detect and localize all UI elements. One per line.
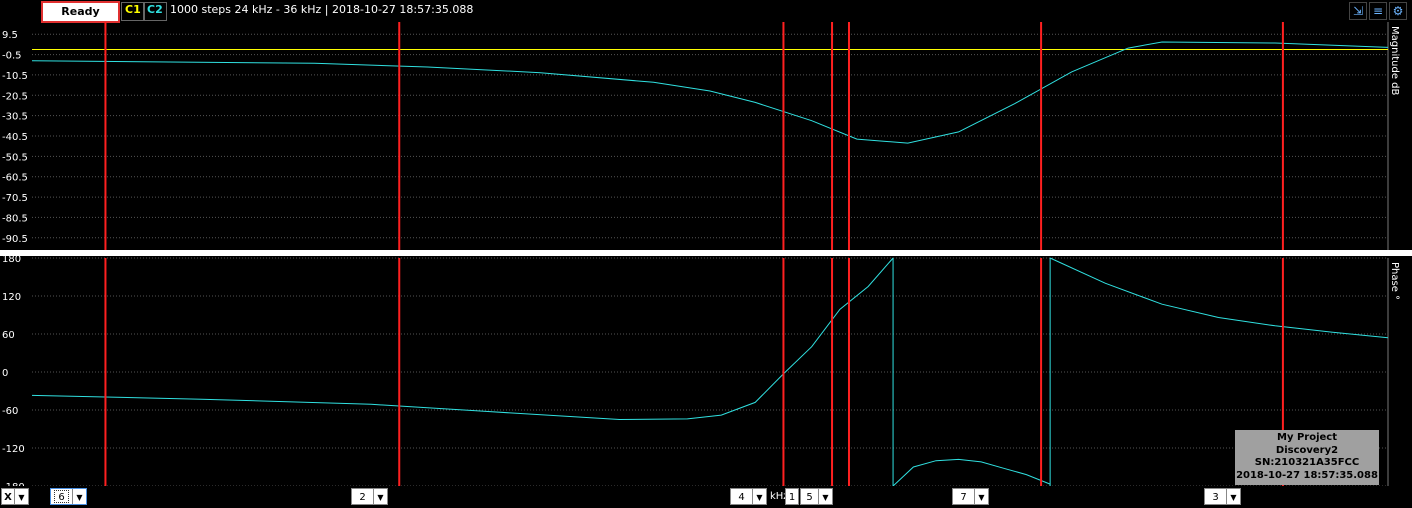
x-axis-selector[interactable]: X ▼	[1, 488, 29, 505]
device-name: Discovery2	[1275, 444, 1339, 456]
device-info-box: My Project Discovery2 SN:210321A35FCC 20…	[1235, 430, 1379, 485]
series-c2-line	[31, 257, 894, 421]
marker-selector-3[interactable]: 3 ▼	[1204, 488, 1241, 505]
chevron-down-icon: ▼	[72, 489, 86, 504]
pane-0: 9.5 -0.5 -10.5 -20.5 -30.5 -40.5 -50.5 -60.5 -70…	[2, 22, 1400, 250]
y-tick-label: -70.5	[2, 193, 28, 204]
y-tick-label: -10.5	[2, 71, 28, 82]
project-name: My Project	[1277, 432, 1337, 443]
pane-1: 180120600-60-120-180Phase °	[2, 254, 1400, 486]
device-serial: SN:210321A35FCC	[1254, 457, 1360, 468]
chevron-down-icon: ▼	[974, 489, 988, 504]
bode-plot[interactable]: 9.5 -0.5 -10.5 -20.5 -30.5 -40.5 -50.5 -60.5 -70…	[0, 22, 1412, 486]
series-c2-line	[1049, 257, 1389, 339]
y-tick-label: -60.5	[2, 173, 28, 184]
y-tick-label: -60	[2, 406, 18, 417]
marker-selector-1[interactable]: 1	[785, 488, 799, 505]
y-tick-label: -90.5	[2, 234, 28, 245]
y-tick-label: 60	[2, 330, 15, 341]
y-tick-label: 120	[2, 292, 21, 303]
marker-selector-5[interactable]: 5 ▼	[800, 488, 833, 505]
zoom-fit-icon[interactable]: ⇲	[1349, 2, 1367, 20]
y-tick-label: -50.5	[2, 152, 28, 163]
y-tick-label: -0.5	[2, 51, 22, 62]
marker-selector-6[interactable]: 6 ▼	[50, 488, 87, 505]
chevron-down-icon: ▼	[818, 489, 832, 504]
y-axis-label: Phase °	[1389, 262, 1400, 300]
x-axis-label: X	[4, 492, 12, 503]
series-c2-line	[31, 41, 1389, 144]
settings-icon[interactable]: ⚙	[1389, 2, 1407, 20]
status-indicator: Ready	[41, 1, 120, 23]
chevron-down-icon: ▼	[752, 489, 766, 504]
channel-1-toggle[interactable]: C1	[121, 2, 145, 21]
y-tick-label: -80.5	[2, 213, 28, 224]
series-c2-line	[892, 458, 1051, 486]
autoscale-icon[interactable]: ≡	[1369, 2, 1387, 20]
acquisition-info: 1000 steps 24 kHz - 36 kHz | 2018-10-27 …	[170, 3, 474, 16]
y-tick-label: -30.5	[2, 112, 28, 123]
y-tick-label: 180	[2, 254, 21, 265]
channel-2-toggle[interactable]: C2	[143, 2, 167, 21]
y-tick-label: 0	[2, 368, 8, 379]
chevron-down-icon: ▼	[14, 489, 28, 504]
marker-selector-4[interactable]: 4 ▼	[730, 488, 767, 505]
y-axis-label: Magnitude dB	[1389, 26, 1400, 96]
marker-bar: X ▼ 6 ▼ 2 ▼ 4 ▼ kHz 1 5 ▼ 7 ▼ 3 ▼	[0, 486, 1412, 508]
chevron-down-icon: ▼	[1226, 489, 1240, 504]
marker-selector-7[interactable]: 7 ▼	[952, 488, 989, 505]
y-tick-label: -20.5	[2, 91, 28, 102]
pane-separator	[0, 250, 1412, 256]
chevron-down-icon: ▼	[373, 489, 387, 504]
y-tick-label: 9.5	[2, 30, 18, 41]
toolbar: Ready C1 C2 1000 steps 24 kHz - 36 kHz |…	[0, 0, 1412, 23]
y-tick-label: -40.5	[2, 132, 28, 143]
capture-timestamp: 2018-10-27 18:57:35.088	[1236, 469, 1378, 481]
marker-selector-2[interactable]: 2 ▼	[351, 488, 388, 505]
y-tick-label: -120	[2, 444, 25, 455]
